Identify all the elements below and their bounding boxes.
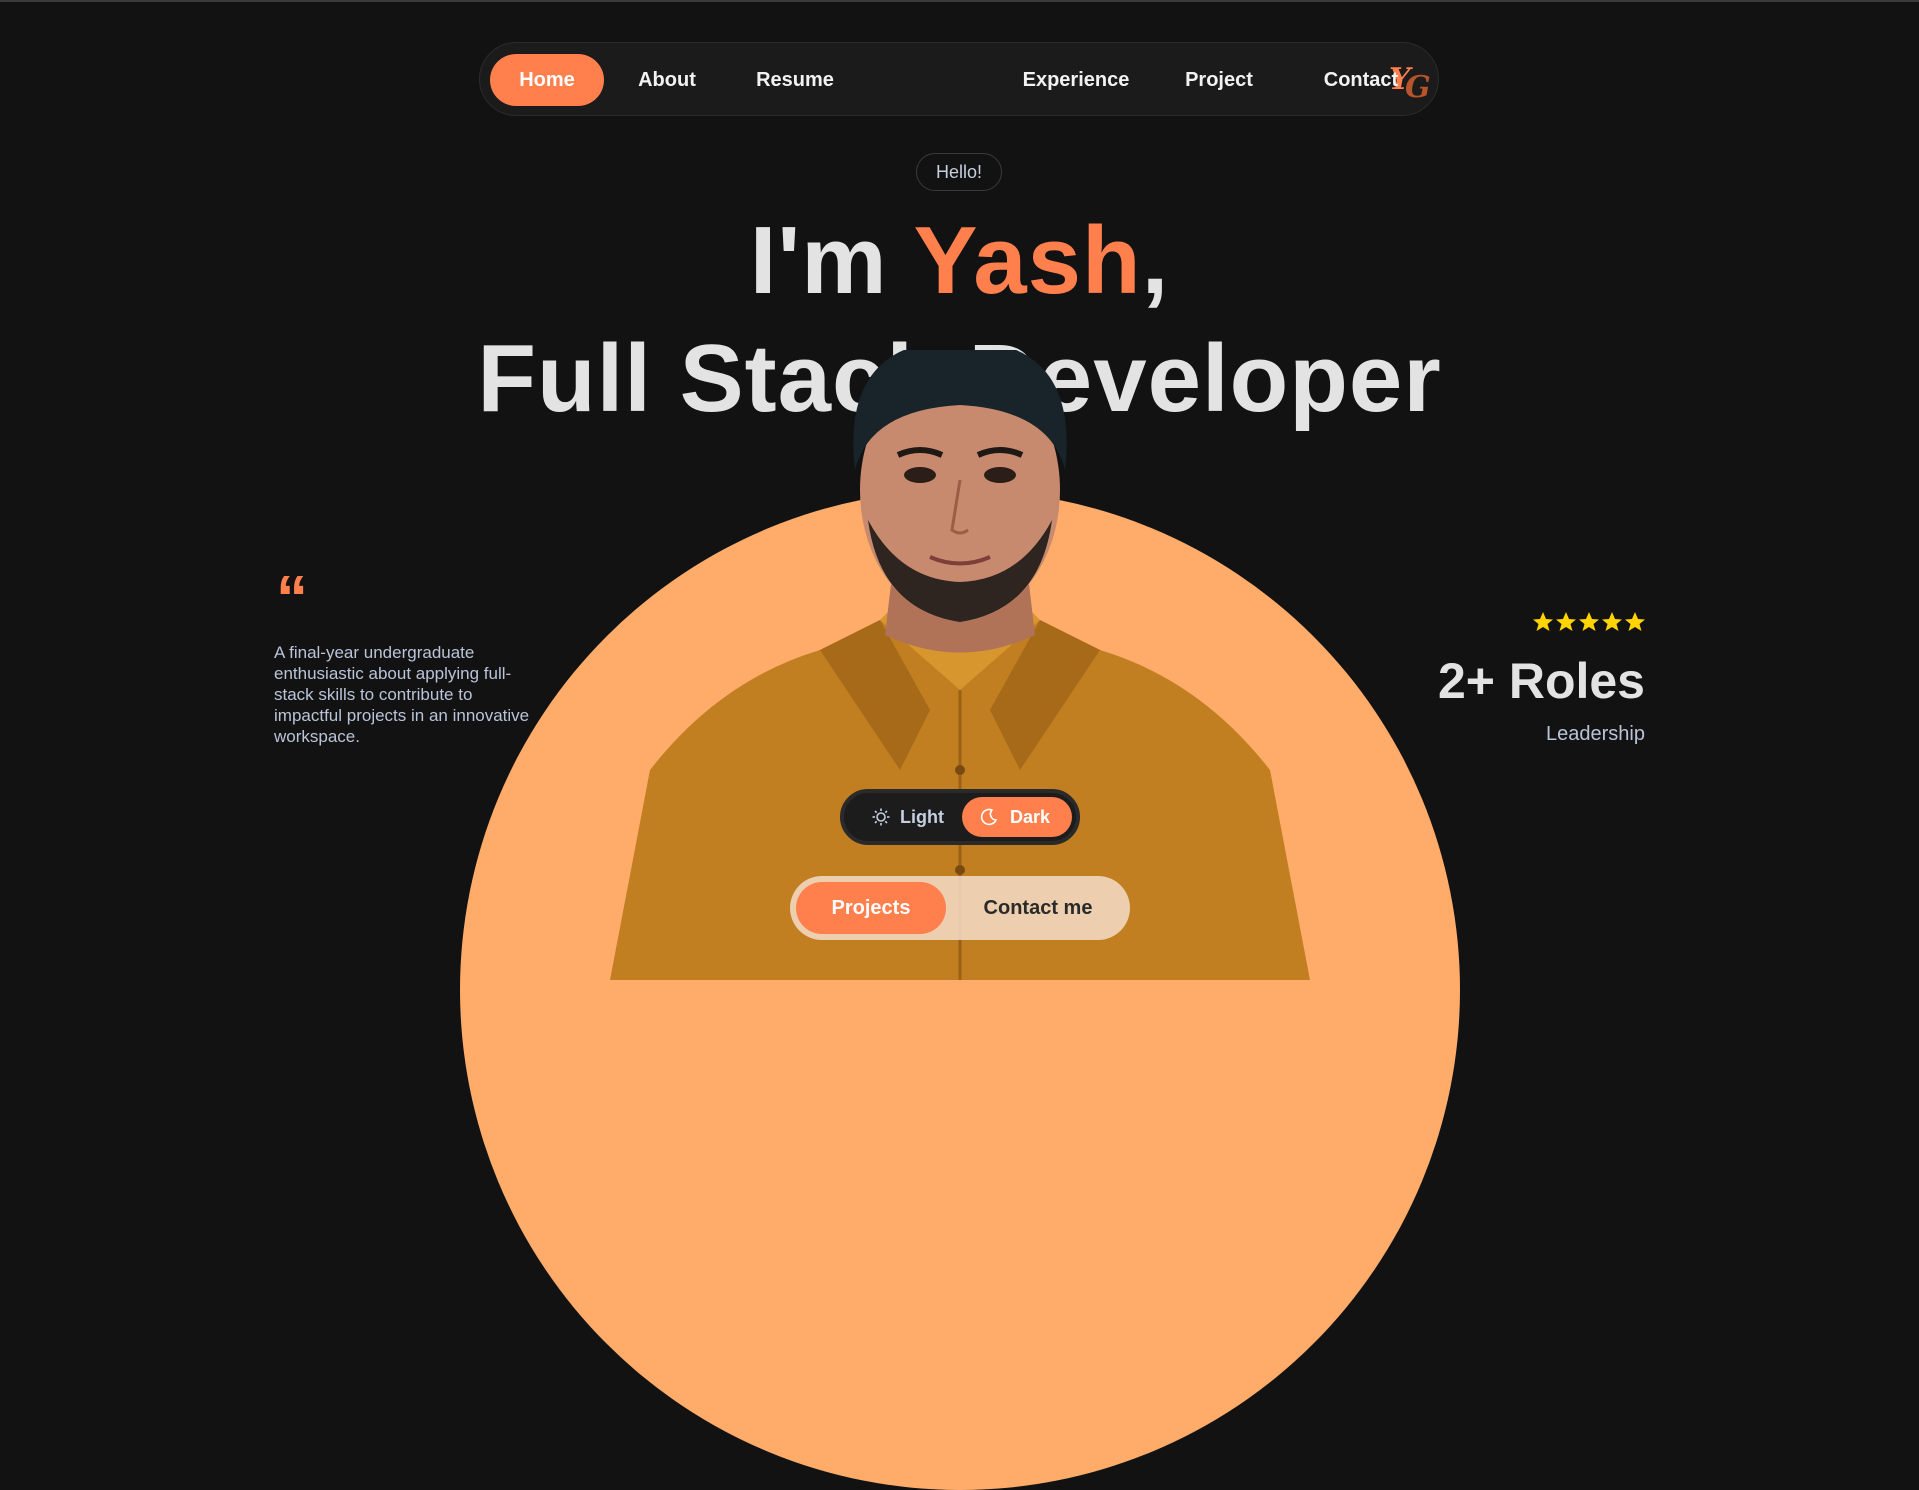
intro-text: A final-year undergraduate enthusiastic …: [274, 643, 530, 746]
theme-light-label: Light: [900, 807, 944, 827]
sun-icon: [872, 808, 890, 826]
hero-prefix: I'm: [749, 207, 914, 314]
star-icon: [1602, 612, 1622, 631]
hero-comma: ,: [1141, 207, 1170, 314]
nav-home[interactable]: Home: [490, 54, 604, 106]
nav-project[interactable]: Project: [1168, 54, 1270, 106]
hello-badge: Hello!: [916, 153, 1002, 191]
top-border: [0, 0, 1919, 2]
theme-dark-button[interactable]: Dark: [962, 797, 1072, 837]
hero-name: Yash: [913, 207, 1142, 314]
nav-about[interactable]: About: [616, 54, 718, 106]
theme-dark-label: Dark: [1010, 807, 1051, 827]
star-icon: [1625, 612, 1645, 631]
theme-light-button[interactable]: Light: [862, 797, 954, 837]
nav-resume[interactable]: Resume: [740, 54, 850, 106]
rating-stars: [1533, 612, 1645, 631]
navbar: Home About Resume Y G Experience Project…: [479, 42, 1439, 116]
theme-toggle: Light Dark: [840, 789, 1080, 845]
roles-count: 2+ Roles: [1437, 653, 1645, 709]
star-icon: [1579, 612, 1599, 631]
quote-icon: “: [276, 562, 308, 634]
hero-heading-line1: I'm Yash,: [0, 206, 1919, 316]
contact-me-button[interactable]: Contact me: [960, 882, 1116, 934]
star-icon: [1556, 612, 1576, 631]
moon-icon: [980, 808, 998, 826]
nav-experience[interactable]: Experience: [1008, 54, 1144, 106]
roles-label: Leadership: [1546, 723, 1645, 745]
star-icon: [1533, 612, 1553, 631]
cta-group: Projects Contact me: [790, 876, 1130, 940]
nav-contact[interactable]: Contact: [1306, 54, 1416, 106]
projects-button[interactable]: Projects: [796, 882, 946, 934]
